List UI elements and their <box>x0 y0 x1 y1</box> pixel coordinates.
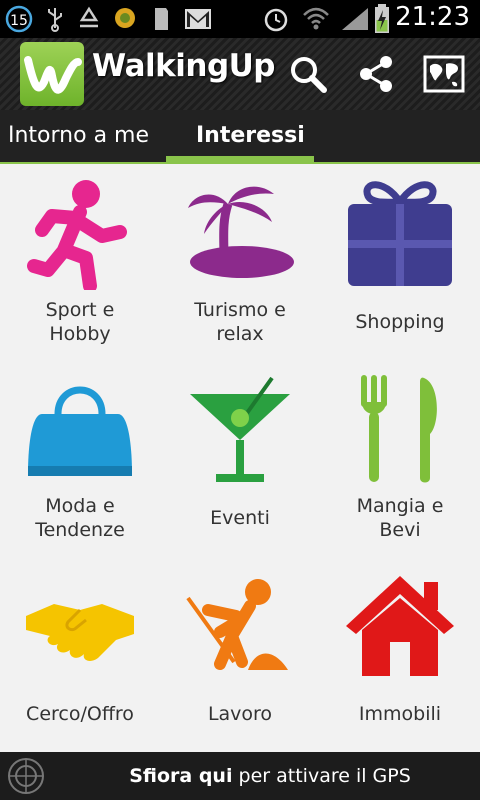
gps-prompt-bar[interactable]: Sfiora qui per attivare il GPS <box>0 752 480 800</box>
gps-radar-icon <box>8 758 44 794</box>
handbag-icon <box>28 386 132 476</box>
sd-card-icon <box>155 8 168 30</box>
category-label: Cerco/Offro <box>26 703 134 725</box>
worker-digging-icon <box>186 579 288 670</box>
svg-text:15: 15 <box>10 13 28 29</box>
usb-icon <box>48 8 62 32</box>
category-sport-hobby[interactable]: Sport e Hobby <box>0 164 160 360</box>
action-bar: WalkingUp <box>0 38 480 110</box>
status-time: 21:23 <box>395 2 470 32</box>
category-label: Sport e Hobby <box>45 299 115 345</box>
fork-knife-icon <box>361 375 437 483</box>
cocktail-icon <box>190 376 290 482</box>
category-label: Immobili <box>358 703 442 725</box>
tab-bar: Intorno a me Interessi <box>0 110 480 164</box>
app-logo-icon <box>24 56 82 94</box>
category-moda-tendenze[interactable]: Moda e Tendenze <box>0 360 160 556</box>
category-cerco-offro[interactable]: Cerco/Offro <box>0 556 160 752</box>
gmail-icon <box>185 9 211 29</box>
category-mangia-bevi[interactable]: Mangia e Bevi <box>320 360 480 556</box>
app-title: WalkingUp <box>92 48 276 84</box>
flower-icon <box>115 8 135 28</box>
runner-icon <box>27 180 127 290</box>
category-grid: Sport e Hobby Turismo e relax Shopping M… <box>0 164 480 752</box>
category-shopping[interactable]: Shopping <box>320 164 480 360</box>
category-label: Shopping <box>355 311 445 333</box>
tab-intorno-a-me[interactable]: Intorno a me <box>8 110 149 162</box>
category-label: Eventi <box>210 507 270 529</box>
category-turismo-relax[interactable]: Turismo e relax <box>160 164 320 360</box>
search-icon[interactable] <box>286 52 330 96</box>
battery-charging-icon <box>375 4 389 33</box>
gps-prompt-text: Sfiora qui per attivare il GPS <box>129 765 411 787</box>
tab-selected-indicator <box>166 156 314 162</box>
map-icon[interactable] <box>422 52 466 96</box>
category-label: Turismo e relax <box>194 299 286 345</box>
gift-box-icon <box>348 181 452 286</box>
tab-interessi[interactable]: Interessi <box>196 110 305 162</box>
app-logo[interactable] <box>20 42 84 106</box>
category-label: Mangia e Bevi <box>356 495 444 541</box>
signal-icon <box>342 8 368 30</box>
share-icon[interactable] <box>354 52 398 96</box>
recycle-icon <box>79 6 99 28</box>
alarm-icon <box>264 8 288 32</box>
house-icon <box>346 576 454 676</box>
category-label: Lavoro <box>207 703 273 725</box>
category-lavoro[interactable]: Lavoro <box>160 556 320 752</box>
notification-count-icon: 15 <box>5 5 33 33</box>
category-immobili[interactable]: Immobili <box>320 556 480 752</box>
category-eventi[interactable]: Eventi <box>160 360 320 556</box>
wifi-icon <box>303 7 329 30</box>
palm-island-icon <box>188 186 294 278</box>
handshake-icon <box>26 604 134 661</box>
status-bar: 15 21:23 <box>0 0 480 38</box>
category-label: Moda e Tendenze <box>35 495 125 541</box>
